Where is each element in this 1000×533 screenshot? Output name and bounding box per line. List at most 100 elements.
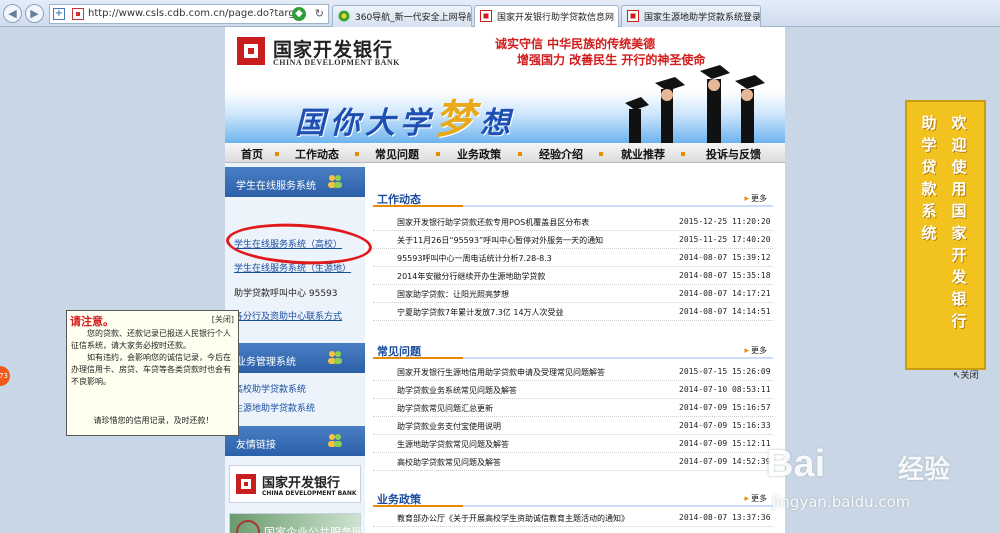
side-float-icon[interactable]: 73 xyxy=(0,366,10,386)
section-head-policy: 业务政策 更多 xyxy=(373,491,773,507)
people-icon xyxy=(328,351,342,364)
refresh-icon[interactable]: ↻ xyxy=(315,7,324,20)
sidebar-link-mgmt-college[interactable]: 高校助学贷款系统 xyxy=(234,382,306,395)
item-date: 2014-08-07 13:37:36 xyxy=(679,513,771,522)
sidebar-head-mgmt: 业务管理系统 xyxy=(225,343,365,373)
system-text: 助学贷款系统 xyxy=(921,114,937,242)
notice-para1: 您的贷款、还款记录已报送人民银行个人征信系统，请大家务必按时还款。 xyxy=(71,329,231,350)
item-title[interactable]: 高校助学贷款常见问题及解答 xyxy=(397,457,677,468)
item-date: 2015-07-15 15:26:09 xyxy=(679,367,771,376)
main-content: 工作动态 更多 国家开发银行助学贷款还款专用POS机覆盖县区分布表2015-12… xyxy=(373,163,777,533)
nav-separator xyxy=(275,152,279,156)
nav-separator xyxy=(355,152,359,156)
list-item[interactable]: 2014年安徽分行继续开办生源地助学贷款2014-08-07 15:35:18 xyxy=(373,267,773,285)
people-icon xyxy=(328,434,342,447)
more-link[interactable]: 更多 xyxy=(744,345,767,356)
nav-home[interactable]: 首页 xyxy=(241,146,263,162)
browser-tab-cdb[interactable]: 国家开发银行助学贷款信息网 xyxy=(474,5,619,27)
nav-news[interactable]: 工作动态 xyxy=(295,146,339,162)
item-title[interactable]: 助学贷款业务系统常见问题及解答 xyxy=(397,385,677,396)
bank-logo-icon xyxy=(236,474,256,494)
site-header: 国家开发银行 CHINA DEVELOPMENT BANK 诚实守信 中华民族的… xyxy=(225,27,785,143)
nav-separator xyxy=(599,152,603,156)
banner-close-label: 关闭 xyxy=(960,371,979,381)
list-item[interactable]: 关于11月26日“95593”呼叫中心暂停对外服务一天的通知2015-11-25… xyxy=(373,231,773,249)
tab-label: 360导航_新一代安全上网导航 xyxy=(355,13,472,23)
item-title[interactable]: 助学贷款常见问题汇总更新 xyxy=(397,403,677,414)
people-icon xyxy=(328,175,342,188)
nav-faq[interactable]: 常见问题 xyxy=(375,146,419,162)
notice-footer: 请珍惜您的信用记录，及时还款！ xyxy=(93,416,214,425)
item-title[interactable]: 生源地助学贷款常见问题及解答 xyxy=(397,439,677,450)
banner-close-button[interactable]: ↖关闭 xyxy=(953,368,979,381)
nav-separator xyxy=(436,152,440,156)
friend-bank-en: CHINA DEVELOPMENT BANK xyxy=(262,490,357,497)
browser-tab-login[interactable]: 国家生源地助学贷款系统登录… xyxy=(621,5,761,27)
sidebar: 学生在线服务系统 学生在线服务系统（高校） 学生在线服务系统（生源地） 助学贷款… xyxy=(225,163,365,533)
bank-name-en: CHINA DEVELOPMENT BANK xyxy=(273,58,400,67)
bank-logo-icon xyxy=(237,37,265,65)
item-date: 2014-08-07 15:35:18 xyxy=(679,271,771,280)
url-text[interactable]: http://www.csls.cdb.com.cn/page.do?targe… xyxy=(88,8,303,19)
item-title[interactable]: 2014年安徽分行继续开办生源地助学贷款 xyxy=(397,271,677,282)
nav-experience[interactable]: 经验介绍 xyxy=(539,146,583,162)
item-title[interactable]: 国家开发银行助学贷款还款专用POS机覆盖县区分布表 xyxy=(397,217,677,228)
nav-feedback[interactable]: 投诉与反馈 xyxy=(706,146,761,162)
browser-tab-360[interactable]: 360导航_新一代安全上网导航 xyxy=(332,5,472,27)
back-icon[interactable]: ◀ xyxy=(3,4,22,23)
go-icon[interactable]: ◆ xyxy=(292,7,306,21)
item-title[interactable]: 国家开发银行生源地信用助学贷款申请及受理常见问题解答 xyxy=(397,367,677,378)
item-title[interactable]: 助学贷款业务支付宝使用说明 xyxy=(397,421,677,432)
list-item[interactable]: 教育部办公厅《关于开展高校学生资助诚信教育主题活动的通知》2014-08-07 … xyxy=(373,509,773,527)
list-item[interactable]: 高校助学贷款常见问题及解答2014-07-09 14:52:39 xyxy=(373,453,773,471)
item-date: 2014-07-09 15:12:11 xyxy=(679,439,771,448)
list-item[interactable]: 宁夏助学贷款7年累计发放7.3亿 14万人次受益2014-08-07 14:14… xyxy=(373,303,773,321)
nav-jobs[interactable]: 就业推荐 xyxy=(621,146,665,162)
list-item[interactable]: 国家开发银行生源地信用助学贷款申请及受理常见问题解答2015-07-15 15:… xyxy=(373,363,773,381)
nav-separator xyxy=(518,152,522,156)
list-item[interactable]: 国家助学贷款：让阳光照亮梦想2014-08-07 14:17:21 xyxy=(373,285,773,303)
credit-notice-popup: 请注意。 [关闭] 您的贷款、还款记录已报送人民银行个人征信系统，请大家务必按时… xyxy=(66,310,239,436)
list-item[interactable]: 生源地助学贷款常见问题及解答2014-07-09 15:12:11 xyxy=(373,435,773,453)
address-bar[interactable]: + http://www.csls.cdb.com.cn/page.do?tar… xyxy=(49,4,329,24)
friend-link-cdb[interactable]: 国家开发银行 CHINA DEVELOPMENT BANK xyxy=(229,465,361,503)
list-item[interactable]: 95593呼叫中心一周电话统计分析7.28-8.32014-08-07 15:3… xyxy=(373,249,773,267)
item-date: 2014-08-07 15:39:12 xyxy=(679,253,771,262)
more-link[interactable]: 更多 xyxy=(744,193,767,204)
graduates-image xyxy=(625,65,765,143)
cursor-icon: ↖ xyxy=(953,371,961,381)
nav-policy[interactable]: 业务政策 xyxy=(457,146,501,162)
web-page: 国家开发银行 CHINA DEVELOPMENT BANK 诚实守信 中华民族的… xyxy=(225,27,785,533)
more-link[interactable]: 更多 xyxy=(744,493,767,504)
item-date: 2014-08-07 14:17:21 xyxy=(679,289,771,298)
sidebar-head-links: 友情链接 xyxy=(225,426,365,456)
notice-close-button[interactable]: [关闭] xyxy=(212,314,234,325)
banner-text-a: 国你大学 xyxy=(295,106,435,141)
item-title[interactable]: 教育部办公厅《关于开展高校学生资助诚信教育主题活动的通知》 xyxy=(397,513,677,524)
sidebar-link-contacts[interactable]: 各分行及资助中心联系方式 xyxy=(234,309,342,322)
sidebar-head-label: 学生在线服务系统 xyxy=(236,181,316,192)
list-item[interactable]: 国家开发银行助学贷款还款专用POS机覆盖县区分布表2015-12-25 11:2… xyxy=(373,213,773,231)
sidebar-head-label: 友情链接 xyxy=(236,440,276,451)
plus-icon[interactable]: + xyxy=(53,8,65,20)
section-head-faq: 常见问题 更多 xyxy=(373,343,773,359)
item-title[interactable]: 95593呼叫中心一周电话统计分析7.28-8.3 xyxy=(397,253,677,264)
item-title[interactable]: 国家助学贷款：让阳光照亮梦想 xyxy=(397,289,677,300)
tab-label: 国家生源地助学贷款系统登录… xyxy=(644,13,761,23)
forward-icon[interactable]: ▶ xyxy=(25,4,44,23)
list-item[interactable]: 助学贷款常见问题汇总更新2014-07-09 15:16:57 xyxy=(373,399,773,417)
friend-link-green[interactable]: 国家企业公共服务网 xyxy=(229,513,363,533)
list-item[interactable]: 助学贷款业务系统常见问题及解答2014-07-10 08:53:11 xyxy=(373,381,773,399)
watermark-url: jingyan.baidu.com xyxy=(772,493,911,511)
welcome-banner[interactable]: 欢迎使用国家开发银行 助学贷款系统 xyxy=(905,100,986,370)
sidebar-hotline: 助学贷款呼叫中心 95593 xyxy=(234,289,338,299)
sidebar-link-mgmt-origin[interactable]: 生源地助学贷款系统 xyxy=(234,401,315,414)
nav-separator xyxy=(681,152,685,156)
item-title[interactable]: 关于11月26日“95593”呼叫中心暂停对外服务一天的通知 xyxy=(397,235,677,246)
item-date: 2014-07-10 08:53:11 xyxy=(679,385,771,394)
friend-bank-cn: 国家开发银行 xyxy=(262,476,341,491)
item-title[interactable]: 宁夏助学贷款7年累计发放7.3亿 14万人次受益 xyxy=(397,307,677,318)
list-item[interactable]: 助学贷款业务支付宝使用说明2014-07-09 15:16:33 xyxy=(373,417,773,435)
section-head-news: 工作动态 更多 xyxy=(373,191,773,207)
item-date: 2014-07-09 14:52:39 xyxy=(679,457,771,466)
